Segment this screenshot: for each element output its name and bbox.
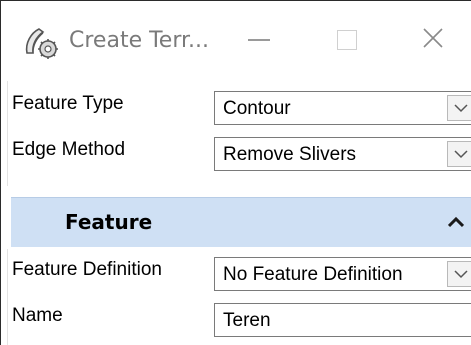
feature-type-label: Feature Type xyxy=(12,93,124,114)
edge-method-value: Remove Slivers xyxy=(223,144,357,165)
minimize-icon xyxy=(248,39,270,41)
section-title: Feature xyxy=(65,210,153,234)
chevron-down-icon[interactable] xyxy=(447,141,471,167)
create-terrain-dialog: Create Terr... Feature Type Contour Edge… xyxy=(0,0,471,345)
maximize-button[interactable] xyxy=(315,15,379,65)
edge-method-dropdown[interactable]: Remove Slivers xyxy=(214,137,471,171)
feature-definition-row: Feature Definition No Feature Definition xyxy=(8,253,471,297)
minimize-button[interactable] xyxy=(227,15,291,65)
edge-method-row: Edge Method Remove Slivers xyxy=(8,133,471,177)
feature-definition-label: Feature Definition xyxy=(12,259,162,280)
feature-type-value: Contour xyxy=(223,98,291,119)
feature-type-row: Feature Type Contour xyxy=(8,87,471,131)
settings-panel: Feature Type Contour Edge Method Remove … xyxy=(7,81,471,186)
feature-panel: Feature Definition No Feature Definition… xyxy=(7,249,471,345)
feature-definition-dropdown[interactable]: No Feature Definition xyxy=(214,257,471,291)
feature-section-header[interactable]: Feature xyxy=(11,197,471,247)
chevron-up-icon[interactable] xyxy=(447,215,465,228)
feature-definition-value: No Feature Definition xyxy=(223,264,403,285)
name-row: Name Teren xyxy=(8,299,471,343)
terrain-tool-icon xyxy=(21,23,61,61)
window-title: Create Terr... xyxy=(69,28,209,53)
name-label: Name xyxy=(12,305,63,326)
name-input[interactable]: Teren xyxy=(214,303,471,337)
chevron-down-icon[interactable] xyxy=(447,261,471,287)
name-value: Teren xyxy=(223,310,271,331)
edge-method-label: Edge Method xyxy=(12,139,126,160)
close-button[interactable] xyxy=(401,15,465,65)
chevron-down-icon[interactable] xyxy=(447,95,471,121)
feature-type-dropdown[interactable]: Contour xyxy=(214,91,471,125)
title-bar[interactable]: Create Terr... xyxy=(1,1,471,77)
maximize-icon xyxy=(337,30,357,50)
close-icon xyxy=(422,27,444,54)
